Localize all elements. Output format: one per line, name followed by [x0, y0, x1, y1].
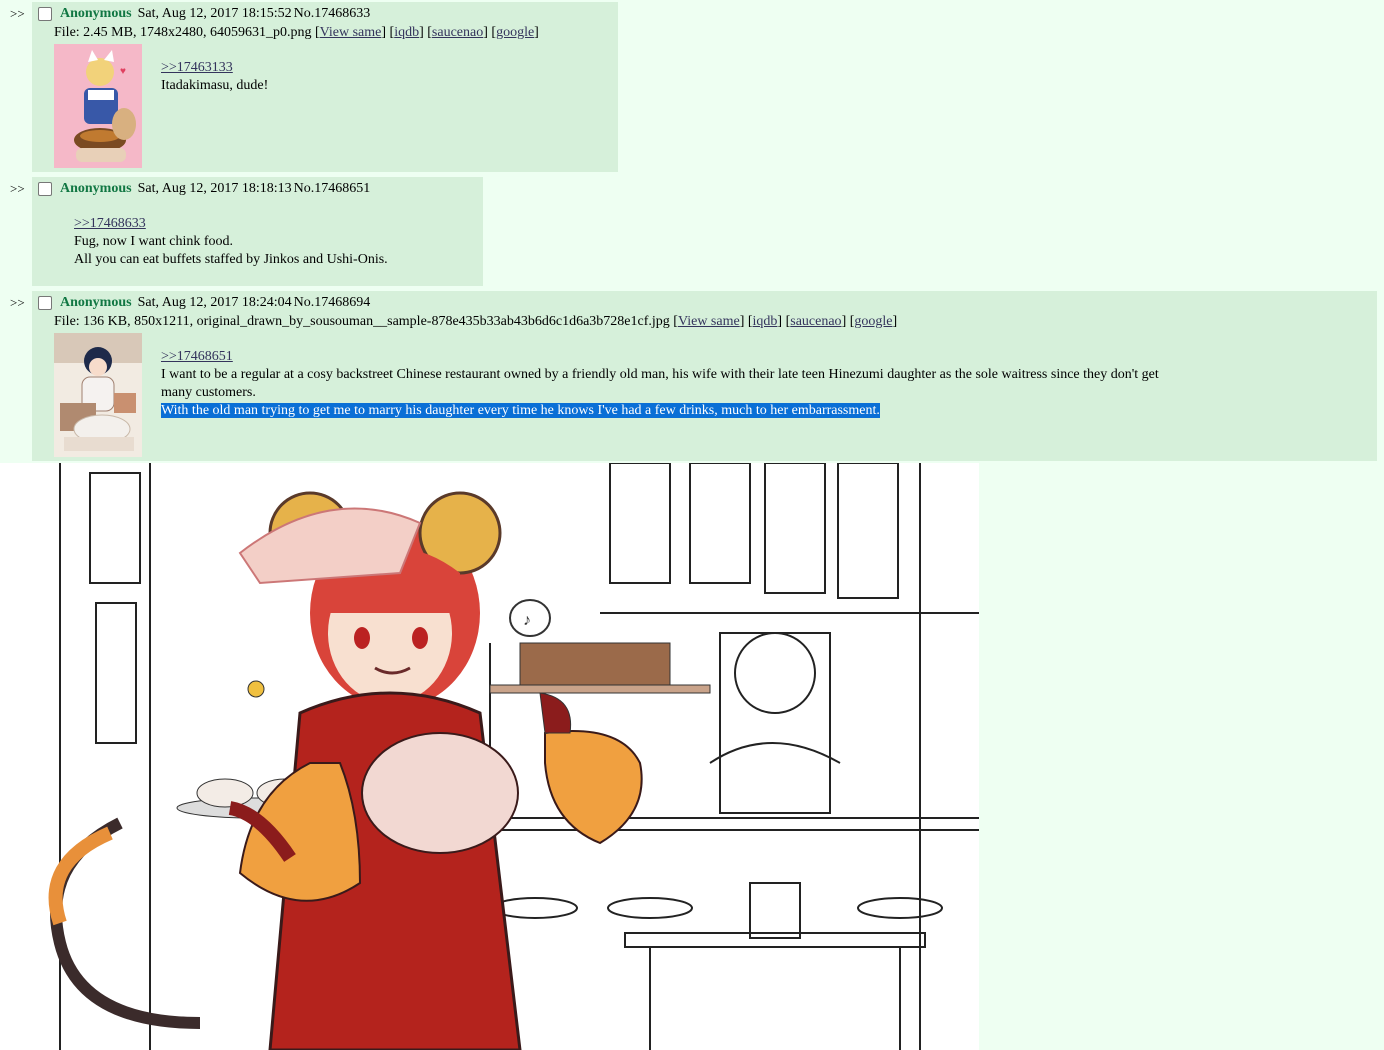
post-message-line: Itadakimasu, dude! — [161, 78, 269, 93]
poster-name: Anonymous — [60, 181, 132, 196]
post-thumbnail[interactable]: ♥ — [54, 44, 142, 168]
svg-text:♥: ♥ — [120, 66, 126, 77]
post-number[interactable]: No.17468694 — [294, 295, 371, 311]
reply-post-2: Anonymous Sat, Aug 12, 2017 18:18:13 No.… — [32, 177, 483, 286]
saucenao-link[interactable]: saucenao — [790, 314, 841, 329]
poster-name: Anonymous — [60, 6, 132, 21]
post-select-checkbox[interactable] — [38, 7, 52, 21]
file-meta: File: 136 KB, 850x1211, original_drawn_b… — [54, 314, 678, 329]
file-info: File: 2.45 MB, 1748x2480, 64059631_p0.pn… — [54, 25, 539, 40]
google-link[interactable]: google — [496, 25, 534, 40]
poster-name: Anonymous — [60, 295, 132, 310]
reply-arrow: >> — [10, 181, 25, 196]
google-link[interactable]: google — [854, 314, 892, 329]
post-thumbnail[interactable] — [54, 333, 142, 457]
iqdb-link[interactable]: iqdb — [394, 25, 419, 40]
post-select-checkbox[interactable] — [38, 296, 52, 310]
quote-link[interactable]: >>17468651 — [161, 349, 233, 364]
post-select-checkbox[interactable] — [38, 182, 52, 196]
svg-text:♪: ♪ — [523, 612, 531, 629]
view-same-link[interactable]: View same — [678, 314, 740, 329]
post-message-line: Fug, now I want chink food. — [74, 234, 234, 249]
reply-post-1: Anonymous Sat, Aug 12, 2017 18:15:52 No.… — [32, 2, 618, 172]
reply-arrow: >> — [10, 6, 25, 21]
expanded-image[interactable]: ♪ — [0, 463, 979, 1050]
post-datetime: Sat, Aug 12, 2017 18:18:13 — [137, 181, 292, 196]
saucenao-link[interactable]: saucenao — [432, 25, 483, 40]
file-info: File: 136 KB, 850x1211, original_drawn_b… — [54, 314, 898, 329]
file-meta: File: 2.45 MB, 1748x2480, 64059631_p0.pn… — [54, 25, 320, 40]
quote-link[interactable]: >>17463133 — [161, 60, 233, 75]
post-message-line: All you can eat buffets staffed by Jinko… — [74, 252, 388, 267]
post-message-line: I want to be a regular at a cosy backstr… — [161, 367, 1159, 382]
view-same-link[interactable]: View same — [320, 25, 382, 40]
reply-post-3: Anonymous Sat, Aug 12, 2017 18:24:04 No.… — [32, 291, 1377, 461]
post-number[interactable]: No.17468633 — [294, 6, 371, 22]
post-datetime: Sat, Aug 12, 2017 18:24:04 — [137, 295, 292, 310]
post-message-line: many customers. — [161, 385, 256, 400]
iqdb-link[interactable]: iqdb — [753, 314, 778, 329]
post-number[interactable]: No.17468651 — [294, 181, 371, 197]
reply-arrow: >> — [10, 295, 25, 310]
post-datetime: Sat, Aug 12, 2017 18:15:52 — [137, 6, 292, 21]
selected-text: With the old man trying to get me to mar… — [161, 403, 880, 418]
quote-link[interactable]: >>17468633 — [74, 216, 146, 231]
